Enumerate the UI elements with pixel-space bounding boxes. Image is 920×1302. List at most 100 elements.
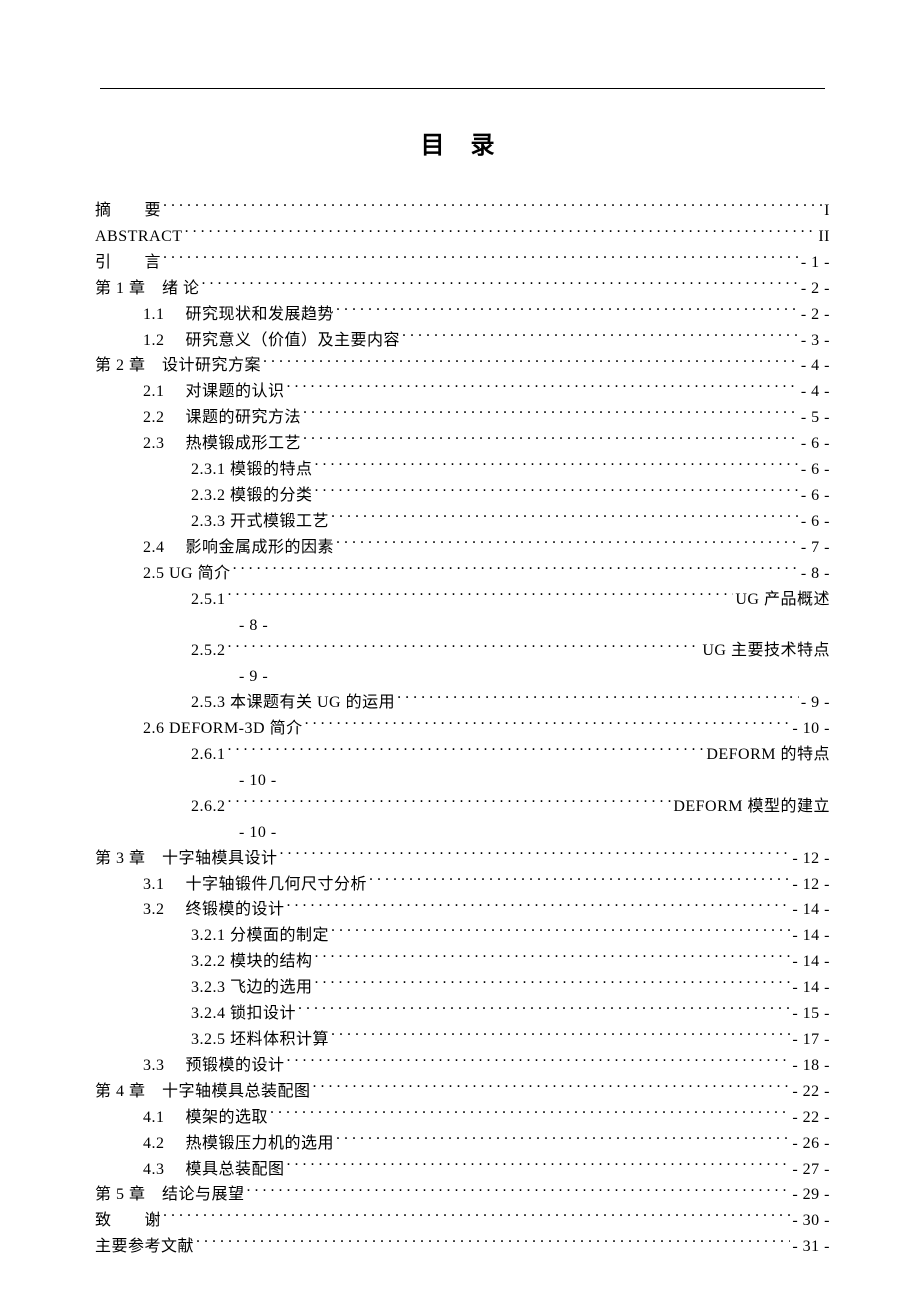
toc-leader: [287, 380, 799, 396]
toc-entry: 第 5 章 结论与展望- 29 -: [95, 1182, 830, 1208]
toc-leader: [163, 251, 799, 267]
toc-tail-text: UG 产品概述: [735, 587, 830, 613]
toc-entry: 2.4 影响金属成形的因素 - 7 -: [95, 535, 830, 561]
toc-entry: 2.3 热模锻成形工艺 - 6 -: [95, 431, 830, 457]
toc-tail-text: DEFORM 模型的建立: [673, 794, 830, 820]
toc-page: - 15 -: [792, 1001, 830, 1027]
toc-label: 3.2.3 飞边的选用: [191, 975, 313, 1001]
toc-entry: 2.5.3 本课题有关 UG 的运用- 9 -: [95, 690, 830, 716]
toc-leader: [280, 847, 791, 863]
toc-label: 2.2 课题的研究方法: [143, 405, 301, 431]
toc-page: - 27 -: [792, 1157, 830, 1183]
toc-page: - 10 -: [191, 768, 830, 794]
toc-leader: [287, 898, 791, 914]
toc-label: 引 言: [95, 250, 161, 276]
toc-entry: 3.2 终锻模的设计- 14 -: [95, 897, 830, 923]
toc-entry: 主要参考文献- 31 -: [95, 1234, 830, 1260]
toc-leader: [247, 1183, 791, 1199]
toc-label: 3.2.1 分模面的制定: [191, 923, 329, 949]
toc-entry: 2.3.2 模锻的分类 - 6 -: [95, 483, 830, 509]
toc-leader: [331, 924, 790, 940]
toc-entry: 第 1 章 绪 论- 2 -: [95, 276, 830, 302]
toc-entry: 3.2.2 模块的结构- 14 -: [95, 949, 830, 975]
toc-label: 第 4 章 十字轴模具总装配图: [95, 1079, 311, 1105]
toc-label: 摘 要: [95, 198, 161, 224]
toc-label: ABSTRACT: [95, 224, 183, 250]
toc-page: - 14 -: [792, 975, 830, 1001]
toc-label: 4.2 热模锻压力机的选用: [143, 1131, 334, 1157]
toc-label: 4.1 模架的选取: [143, 1105, 268, 1131]
toc-leader: [202, 277, 799, 293]
toc-label: 第 2 章 设计研究方案: [95, 353, 261, 379]
toc-page: - 2 -: [801, 302, 830, 328]
toc-leader: [315, 484, 799, 500]
toc-page: - 9 -: [191, 664, 830, 690]
toc-entry: 第 3 章 十字轴模具设计- 12 -: [95, 846, 830, 872]
toc-entry: 2.6 DEFORM-3D 简介 - 10 -: [95, 716, 830, 742]
toc-entry: 第 2 章 设计研究方案- 4 -: [95, 353, 830, 379]
toc-label: 3.1 十字轴锻件几何尺寸分析: [143, 872, 367, 898]
toc-label: 2.6.1: [191, 742, 226, 768]
toc-entry: 2.5.2 UG 主要技术特点- 9 -: [95, 638, 830, 690]
toc-entry: 2.6.1 DEFORM 的特点- 10 -: [95, 742, 830, 794]
page-title: 目 录: [95, 125, 830, 160]
toc-tail-text: UG 主要技术特点: [702, 638, 830, 664]
toc-page: I: [824, 198, 830, 224]
toc-page: - 6 -: [801, 483, 830, 509]
toc-label: 2.5.2: [191, 638, 226, 664]
top-divider: [100, 88, 825, 89]
toc-page: - 7 -: [801, 535, 830, 561]
toc-leader: [336, 303, 799, 319]
toc-leader: [163, 199, 822, 215]
toc-page: - 10 -: [792, 716, 830, 742]
toc-entry: 摘 要I: [95, 198, 830, 224]
toc-entry: 4.2 热模锻压力机的选用 - 26 -: [95, 1131, 830, 1157]
toc-tail-text: DEFORM 的特点: [706, 742, 830, 768]
toc-label: 3.2 终锻模的设计: [143, 897, 285, 923]
toc-label: 2.6 DEFORM-3D 简介: [143, 716, 303, 742]
toc-leader: [228, 639, 701, 655]
toc-leader: [185, 225, 817, 241]
toc-leader: [196, 1235, 790, 1251]
toc-entry: 2.2 课题的研究方法- 5 -: [95, 405, 830, 431]
toc-entry: 2.6.2DEFORM 模型的建立- 10 -: [95, 794, 830, 846]
toc-entry: 2.5 UG 简介 - 8 -: [95, 561, 830, 587]
toc-entry: 1.2 研究意义（价值）及主要内容 - 3 -: [95, 328, 830, 354]
toc-page: - 26 -: [792, 1131, 830, 1157]
toc-leader: [287, 1158, 791, 1174]
toc-leader: [315, 976, 791, 992]
toc-label: 2.4 影响金属成形的因素: [143, 535, 334, 561]
toc-leader: [402, 329, 799, 345]
toc-page: - 17 -: [792, 1027, 830, 1053]
toc-page: - 3 -: [801, 328, 830, 354]
toc-entry: 3.2.5 坯料体积计算- 17 -: [95, 1027, 830, 1053]
toc-page: - 31 -: [792, 1234, 830, 1260]
toc-leader: [233, 562, 799, 578]
toc-leader: [228, 588, 734, 604]
toc-page: II: [818, 224, 830, 250]
toc-label: 第 3 章 十字轴模具设计: [95, 846, 278, 872]
toc-leader: [270, 1106, 790, 1122]
toc-entry: 3.2.1 分模面的制定- 14 -: [95, 923, 830, 949]
toc-page: - 6 -: [801, 431, 830, 457]
toc-entry: 3.1 十字轴锻件几何尺寸分析- 12 -: [95, 872, 830, 898]
toc-leader: [336, 536, 799, 552]
toc-label: 3.2.4 锁扣设计: [191, 1001, 296, 1027]
toc-page: - 30 -: [792, 1208, 830, 1234]
toc-label: 1.2 研究意义（价值）及主要内容: [143, 328, 400, 354]
toc-label: 2.5.3 本课题有关 UG 的运用: [191, 690, 395, 716]
toc-label: 2.3 热模锻成形工艺: [143, 431, 301, 457]
toc-label: 2.5 UG 简介: [143, 561, 231, 587]
toc-entry: 2.5.1 UG 产品概述- 8 -: [95, 587, 830, 639]
table-of-contents: 摘 要IABSTRACTII引 言- 1 -第 1 章 绪 论- 2 -1.1 …: [95, 198, 830, 1260]
toc-leader: [331, 510, 799, 526]
toc-label: 第 5 章 结论与展望: [95, 1182, 245, 1208]
toc-label: 2.1 对课题的认识: [143, 379, 285, 405]
toc-entry: 3.3 预锻模的设计- 18 -: [95, 1053, 830, 1079]
toc-label: 2.3.2 模锻的分类: [191, 483, 313, 509]
toc-label: 2.3.1 模锻的特点: [191, 457, 313, 483]
toc-entry: 4.3 模具总装配图- 27 -: [95, 1157, 830, 1183]
toc-page: - 18 -: [792, 1053, 830, 1079]
toc-page: - 22 -: [792, 1079, 830, 1105]
toc-entry: 3.2.3 飞边的选用 - 14 -: [95, 975, 830, 1001]
